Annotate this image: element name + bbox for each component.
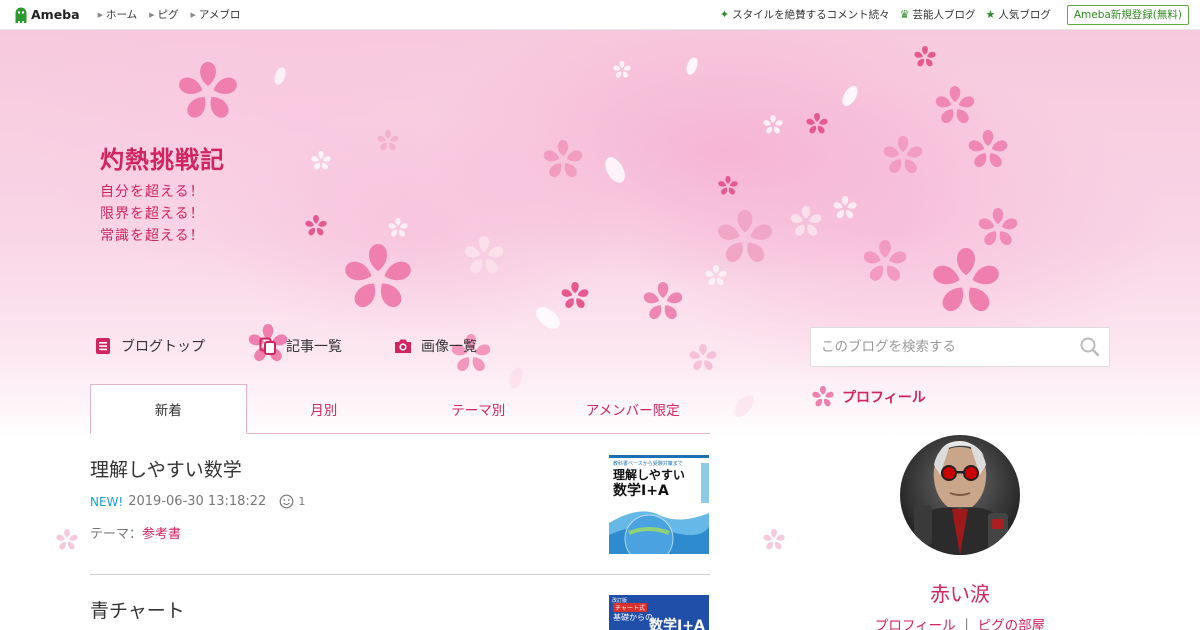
crown-icon: ♛ bbox=[899, 8, 910, 21]
global-header: Ameba ▶ ホーム ▶ ピグ ▶ アメブロ ✦ スタイルを絶賛するコメント続々 ♛ 芸… bbox=[0, 0, 1200, 30]
ameba-logo-icon bbox=[15, 7, 27, 23]
image-list-link[interactable]: 画像一覧 bbox=[394, 336, 477, 356]
triangle-right-icon: ▶ bbox=[190, 10, 196, 19]
avatar[interactable] bbox=[900, 435, 1020, 555]
book-cover-line2: 基礎からの bbox=[613, 613, 653, 622]
blog-search-input[interactable] bbox=[811, 328, 1079, 366]
flower bbox=[342, 244, 414, 311]
search-icon[interactable] bbox=[1079, 336, 1101, 358]
triangle-right-icon: ▶ bbox=[149, 10, 155, 19]
flower-small bbox=[376, 130, 400, 152]
gnav-pigg[interactable]: ▶ ピグ bbox=[149, 7, 178, 22]
entry-thumbnail[interactable]: 改訂版 チャート式 基礎からの 数学Ⅰ+A bbox=[609, 595, 709, 630]
flower bbox=[882, 136, 924, 176]
flower-small bbox=[612, 61, 632, 79]
flower-small bbox=[805, 113, 829, 135]
flower bbox=[977, 208, 1019, 248]
copy-pages-icon bbox=[259, 337, 276, 355]
tab-monthly[interactable]: 月別 bbox=[247, 384, 402, 433]
entry-list-link[interactable]: 記事一覧 bbox=[259, 336, 342, 356]
gnav-ameblo[interactable]: ▶ アメブロ bbox=[191, 7, 241, 22]
blog-description: 自分を超える！ 限界を超える！ 常識を超える！ bbox=[100, 181, 205, 247]
celebrity-blog-link[interactable]: ♛ 芸能人ブログ bbox=[900, 7, 976, 22]
entry-thumbnail[interactable]: 教科書ベースから受験対策まで 理解しやすい 数学Ⅰ+A bbox=[609, 455, 709, 554]
ameba-logo[interactable]: Ameba bbox=[14, 7, 80, 23]
popular-blog-label: 人気ブログ bbox=[998, 9, 1051, 21]
flower-large bbox=[177, 62, 239, 121]
gnav-home-label: ホーム bbox=[105, 9, 138, 21]
tab-new[interactable]: 新着 bbox=[90, 384, 247, 434]
flower-small bbox=[913, 46, 937, 68]
book-cover-badge: チャート式 bbox=[613, 603, 647, 612]
new-badge: NEW! bbox=[90, 494, 124, 509]
flower bbox=[542, 140, 584, 180]
theme-label: テーマ： bbox=[90, 527, 143, 542]
profile-name[interactable]: 赤い涙 bbox=[900, 578, 1020, 607]
document-icon bbox=[96, 338, 110, 354]
flower bbox=[934, 86, 976, 126]
flower bbox=[930, 248, 1002, 315]
entry-list-label: 記事一覧 bbox=[286, 339, 342, 355]
flower-small bbox=[717, 176, 739, 196]
blog-description-line: 限界を超える！ bbox=[100, 206, 205, 222]
flower bbox=[967, 130, 1009, 170]
camera-icon bbox=[395, 339, 411, 353]
flower bbox=[716, 210, 774, 265]
avatar-image bbox=[900, 435, 1020, 555]
profile-heading: プロフィール bbox=[811, 385, 926, 409]
flower-small bbox=[310, 151, 332, 171]
gnav-home[interactable]: ▶ ホーム bbox=[98, 7, 138, 22]
entry-datetime: 2019-06-30 13:18:22 bbox=[128, 494, 267, 509]
flower-small bbox=[762, 115, 784, 135]
theme-link[interactable]: 参考書 bbox=[142, 527, 181, 542]
flower bbox=[642, 282, 684, 322]
smile-icon[interactable] bbox=[279, 494, 294, 509]
link-separator: | bbox=[964, 617, 969, 630]
blog-top-link[interactable]: ブログトップ bbox=[94, 336, 205, 356]
signup-button[interactable]: Ameba新規登録(無料) bbox=[1066, 4, 1189, 25]
image-list-label: 画像一覧 bbox=[421, 339, 477, 355]
celebrity-blog-label: 芸能人ブログ bbox=[912, 9, 976, 21]
blog-top-label: ブログトップ bbox=[121, 339, 205, 355]
flower-small bbox=[387, 218, 409, 238]
profile-link[interactable]: プロフィール bbox=[875, 614, 956, 630]
flower-small bbox=[704, 265, 728, 287]
comment-count[interactable]: 1 bbox=[298, 495, 305, 508]
popular-blog-link[interactable]: ★ 人気ブログ bbox=[985, 7, 1050, 22]
promo-link-label: スタイルを絶賛するコメント続々 bbox=[732, 9, 890, 21]
entry-divider bbox=[90, 574, 710, 575]
flower bbox=[463, 236, 505, 276]
star-icon: ★ bbox=[985, 8, 996, 21]
book-cover-subtitle: 数学Ⅰ+A bbox=[613, 483, 669, 499]
flower-small bbox=[304, 215, 328, 237]
sparkle-icon: ✦ bbox=[719, 8, 730, 21]
tab-amember[interactable]: アメンバー限定 bbox=[556, 384, 711, 433]
gnav-pigg-label: ピグ bbox=[157, 9, 179, 21]
flower-small bbox=[688, 344, 718, 372]
flower-small bbox=[560, 282, 590, 310]
gnav-ameblo-label: アメブロ bbox=[198, 9, 241, 21]
flower bbox=[789, 206, 823, 238]
flower-small bbox=[55, 529, 79, 551]
blog-title[interactable]: 灼熱挑戦記 bbox=[100, 140, 225, 175]
flower-small bbox=[762, 529, 786, 551]
tab-theme[interactable]: テーマ別 bbox=[401, 384, 556, 433]
profile-links: プロフィール | ピグの部屋 bbox=[870, 614, 1050, 630]
triangle-right-icon: ▶ bbox=[97, 10, 103, 19]
sakura-icon bbox=[811, 386, 835, 408]
flower-small bbox=[832, 196, 858, 220]
blog-description-line: 自分を超える！ bbox=[100, 184, 205, 200]
profile-heading-label: プロフィール bbox=[842, 390, 926, 406]
entry-tabs: 新着 月別 テーマ別 アメンバー限定 bbox=[90, 384, 710, 434]
book-cover-main-title: 数学Ⅰ+A bbox=[649, 618, 705, 630]
blog-description-line: 常識を超える！ bbox=[100, 228, 205, 244]
pigg-room-link[interactable]: ピグの部屋 bbox=[978, 614, 1046, 630]
global-header-right: ✦ スタイルを絶賛するコメント続々 ♛ 芸能人ブログ ★ 人気ブログ Ameba新規登… bbox=[710, 0, 1200, 29]
blog-search bbox=[810, 327, 1110, 367]
promo-link[interactable]: ✦ スタイルを絶賛するコメント続々 bbox=[720, 7, 890, 22]
ameba-brand-text: Ameba bbox=[31, 7, 80, 22]
flower bbox=[862, 240, 908, 284]
